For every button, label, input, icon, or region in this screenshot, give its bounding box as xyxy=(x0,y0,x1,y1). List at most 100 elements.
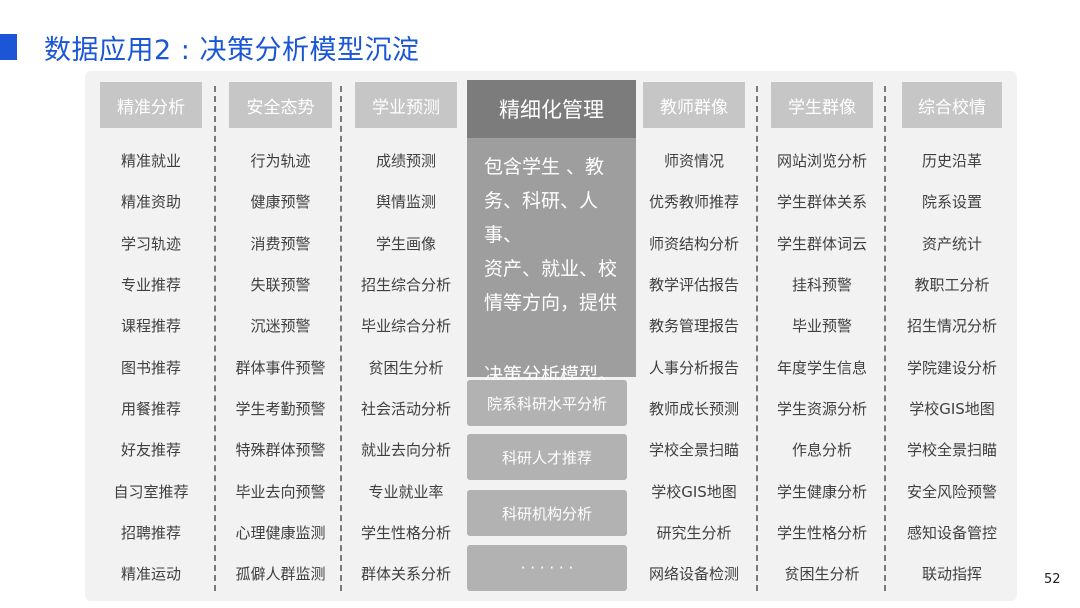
feature-line: 资产、就业、校 xyxy=(484,258,618,280)
list-item: 心理健康监测 xyxy=(235,523,326,542)
column-header: 综合校情 xyxy=(902,82,1002,128)
list-item: 精准就业 xyxy=(120,152,181,171)
list-item: 学院建设分析 xyxy=(906,358,997,377)
column-campus-overview: 综合校情 历史沿革 院系设置 资产统计 教职工分析 招生情况分析 学院建设分析 … xyxy=(902,82,1002,594)
list-item: 学习轨迹 xyxy=(120,234,181,253)
list-item: 教务管理报告 xyxy=(648,317,739,336)
column-item-list: 网站浏览分析 学生群体关系 学生群体词云 挂科预警 毕业预警 年度学生信息 学生… xyxy=(771,140,873,594)
list-item: 教师成长预测 xyxy=(648,399,739,418)
list-item: 图书推荐 xyxy=(120,358,181,377)
feature-description: 包含学生 、教 务、科研、人事、 资产、就业、校 情等方向，提供 决策分析模型。 xyxy=(467,138,636,392)
list-item: 舆情监测 xyxy=(375,193,436,212)
column-student-profile: 学生群像 网站浏览分析 学生群体关系 学生群体词云 挂科预警 毕业预警 年度学生… xyxy=(771,82,873,594)
list-item: 学生性格分析 xyxy=(776,523,867,542)
column-header: 安全态势 xyxy=(229,82,332,128)
column-item-list: 行为轨迹 健康预警 消费预警 失联预警 沉迷预警 群体事件预警 学生考勤预警 特… xyxy=(229,140,332,594)
column-academic-prediction: 学业预测 成绩预测 舆情监测 学生画像 招生综合分析 毕业综合分析 贫困生分析 … xyxy=(355,82,457,594)
list-item: 感知设备管控 xyxy=(906,523,997,542)
list-item: 沉迷预警 xyxy=(250,317,311,336)
column-divider xyxy=(756,86,758,591)
column-item-list: 精准就业 精准资助 学习轨迹 专业推荐 课程推荐 图书推荐 用餐推荐 好友推荐 … xyxy=(100,140,202,594)
column-divider xyxy=(884,86,886,591)
list-item: 教职工分析 xyxy=(914,276,990,295)
list-item: 群体关系分析 xyxy=(360,565,451,584)
list-item: 消费预警 xyxy=(250,234,311,253)
list-item: 学校全景扫瞄 xyxy=(648,441,739,460)
column-security-situation: 安全态势 行为轨迹 健康预警 消费预警 失联预警 沉迷预警 群体事件预警 学生考… xyxy=(229,82,332,594)
list-item: 历史沿革 xyxy=(921,152,982,171)
list-item: 挂科预警 xyxy=(791,276,852,295)
list-item: 师资情况 xyxy=(663,152,724,171)
list-item: 毕业预警 xyxy=(791,317,852,336)
sub-item-box: 科研人才推荐 xyxy=(467,434,627,480)
list-item: 联动指挥 xyxy=(921,565,982,584)
column-header: 教师群像 xyxy=(643,82,745,128)
list-item: 课程推荐 xyxy=(120,317,181,336)
list-item: 年度学生信息 xyxy=(776,358,867,377)
sub-item-box: 科研机构分析 xyxy=(467,490,627,536)
list-item: 专业就业率 xyxy=(368,482,444,501)
list-item: 教学评估报告 xyxy=(648,276,739,295)
column-item-list: 成绩预测 舆情监测 学生画像 招生综合分析 毕业综合分析 贫困生分析 社会活动分… xyxy=(355,140,457,594)
column-divider xyxy=(340,86,342,591)
column-header: 精准分析 xyxy=(100,82,202,128)
column-header: 学业预测 xyxy=(355,82,457,128)
list-item: 学生考勤预警 xyxy=(235,399,326,418)
list-item: 网站浏览分析 xyxy=(776,152,867,171)
list-item: 学校GIS地图 xyxy=(909,399,995,418)
list-item: 行为轨迹 xyxy=(250,152,311,171)
list-item: 资产统计 xyxy=(921,234,982,253)
list-item: 精准资助 xyxy=(120,193,181,212)
list-item: 院系设置 xyxy=(921,193,982,212)
page-number: 52 xyxy=(1044,572,1061,587)
list-item: 学校全景扫瞄 xyxy=(906,441,997,460)
list-item: 孤僻人群监测 xyxy=(235,565,326,584)
list-item: 精准运动 xyxy=(120,565,181,584)
list-item: 专业推荐 xyxy=(120,276,181,295)
list-item: 毕业综合分析 xyxy=(360,317,451,336)
column-item-list: 历史沿革 院系设置 资产统计 教职工分析 招生情况分析 学院建设分析 学校GIS… xyxy=(902,140,1002,594)
list-item: 学生性格分析 xyxy=(360,523,451,542)
list-item: 网络设备检测 xyxy=(648,565,739,584)
list-item: 自习室推荐 xyxy=(113,482,189,501)
feature-line: 情等方向，提供 xyxy=(484,292,618,314)
list-item: 学生群体关系 xyxy=(776,193,867,212)
column-item-list: 师资情况 优秀教师推荐 师资结构分析 教学评估报告 教务管理报告 人事分析报告 … xyxy=(643,140,745,594)
column-precision-analysis: 精准分析 精准就业 精准资助 学习轨迹 专业推荐 课程推荐 图书推荐 用餐推荐 … xyxy=(100,82,202,594)
list-item: 毕业去向预警 xyxy=(235,482,326,501)
feature-card: 精细化管理 包含学生 、教 务、科研、人事、 资产、就业、校 情等方向，提供 决… xyxy=(467,80,636,386)
list-item: 学生健康分析 xyxy=(776,482,867,501)
feature-line: 包含学生 、教 xyxy=(484,156,605,178)
list-item: 用餐推荐 xyxy=(120,399,181,418)
list-item: 社会活动分析 xyxy=(360,399,451,418)
feature-line: 务、科研、人事、 xyxy=(484,190,599,246)
column-teacher-profile: 教师群像 师资情况 优秀教师推荐 师资结构分析 教学评估报告 教务管理报告 人事… xyxy=(643,82,745,594)
column-divider xyxy=(214,86,216,591)
list-item: 学校GIS地图 xyxy=(651,482,737,501)
list-item: 成绩预测 xyxy=(375,152,436,171)
list-item: 好友推荐 xyxy=(120,441,181,460)
list-item: 优秀教师推荐 xyxy=(648,193,739,212)
list-item: 就业去向分析 xyxy=(360,441,451,460)
list-item: 安全风险预警 xyxy=(906,482,997,501)
list-item: 招生情况分析 xyxy=(906,317,997,336)
sub-item-box: · · · · · · xyxy=(467,545,627,591)
list-item: 贫困生分析 xyxy=(784,565,860,584)
slide-title: 数据应用2 : 决策分析模型沉淀 xyxy=(44,35,420,66)
list-item: 特殊群体预警 xyxy=(235,441,326,460)
column-header: 学生群像 xyxy=(771,82,873,128)
list-item: 学生资源分析 xyxy=(776,399,867,418)
list-item: 健康预警 xyxy=(250,193,311,212)
list-item: 作息分析 xyxy=(791,441,852,460)
list-item: 人事分析报告 xyxy=(648,358,739,377)
list-item: 贫困生分析 xyxy=(368,358,444,377)
list-item: 研究生分析 xyxy=(656,523,732,542)
list-item: 招聘推荐 xyxy=(120,523,181,542)
list-item: 师资结构分析 xyxy=(648,234,739,253)
feature-title: 精细化管理 xyxy=(467,80,636,138)
sub-item-box: 院系科研水平分析 xyxy=(467,380,627,426)
list-item: 失联预警 xyxy=(250,276,311,295)
list-item: 学生画像 xyxy=(375,234,436,253)
title-marker xyxy=(0,34,17,60)
list-item: 群体事件预警 xyxy=(235,358,326,377)
